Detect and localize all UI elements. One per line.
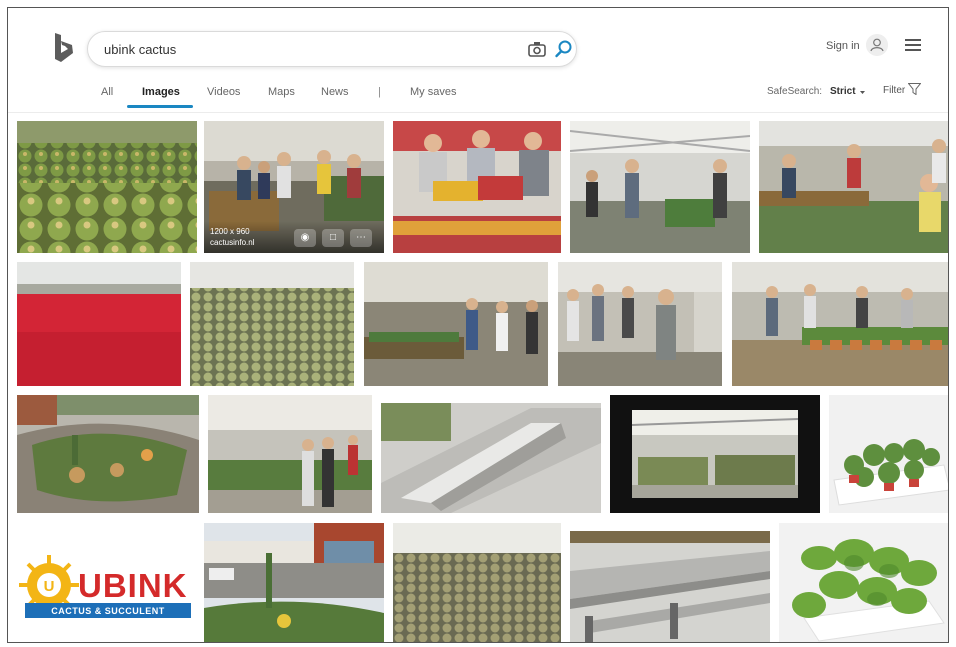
tab-maps[interactable]: Maps	[268, 86, 295, 98]
ubink-brand-text: UBINK	[78, 567, 188, 604]
camera-icon[interactable]	[528, 41, 546, 57]
chevron-down-icon[interactable]	[860, 91, 865, 94]
tab-all[interactable]: All	[101, 86, 113, 98]
tab-separator: |	[378, 86, 381, 98]
browser-frame: Sign in All Images Videos Maps News | My…	[7, 7, 949, 643]
active-tab-indicator	[127, 105, 193, 108]
image-result-cactus-garden[interactable]	[17, 395, 199, 513]
image-result-nursery-building[interactable]	[204, 523, 384, 642]
image-result-men-holding-cactus-trays[interactable]	[393, 121, 561, 253]
safesearch-label: SafeSearch:	[767, 86, 823, 97]
image-result-cactus-market-crowd[interactable]: 1200 x 960 cactusinfo.nl ◉ □ ⋯	[204, 121, 384, 253]
visual-search-icon[interactable]: ◉	[294, 229, 316, 247]
image-source-domain[interactable]: cactusinfo.nl	[210, 238, 254, 247]
tab-news[interactable]: News	[321, 86, 349, 98]
bing-logo-icon[interactable]	[52, 31, 76, 65]
image-result-cactus-tables-people[interactable]	[759, 121, 948, 253]
filter-button[interactable]: Filter	[883, 85, 905, 96]
ubink-tagline-text: CACTUS & SUCCULENT	[51, 606, 165, 616]
image-result-barrel-cactus-field[interactable]	[17, 121, 197, 253]
search-input[interactable]	[104, 32, 504, 66]
image-result-metal-gutter[interactable]	[381, 403, 601, 513]
image-result-cactus-tray-white[interactable]	[829, 395, 948, 513]
save-image-icon[interactable]: □	[322, 229, 344, 247]
more-options-icon[interactable]: ⋯	[350, 229, 372, 247]
image-result-tour-group[interactable]	[558, 262, 722, 386]
filter-funnel-icon[interactable]	[908, 83, 921, 95]
image-result-greenhouse-visitors[interactable]	[570, 121, 750, 253]
image-result-greenhouse-shop[interactable]	[364, 262, 548, 386]
image-result-greenhouse-dark-frame[interactable]	[610, 395, 820, 513]
image-result-red-cactus-field[interactable]	[17, 262, 181, 386]
image-dimensions: 1200 x 960	[210, 227, 250, 236]
sign-in-link[interactable]: Sign in	[826, 40, 860, 52]
image-result-ubink-logo[interactable]: U UBINK CACTUS & SUCCULENT	[17, 523, 197, 642]
hamburger-menu-icon[interactable]	[905, 39, 921, 51]
image-result-grass-cactus-pots[interactable]	[779, 523, 948, 642]
search-box[interactable]	[87, 31, 577, 67]
tab-my-saves[interactable]: My saves	[410, 86, 456, 98]
safesearch-dropdown[interactable]: Strict	[830, 86, 856, 97]
tab-images[interactable]: Images	[142, 86, 180, 98]
image-result-greenhouse-cactus-rows[interactable]	[190, 262, 354, 386]
user-avatar-icon[interactable]	[866, 34, 888, 56]
tab-videos[interactable]: Videos	[207, 86, 240, 98]
image-result-potted-cactus-benches[interactable]	[732, 262, 948, 386]
search-icon[interactable]	[554, 39, 574, 59]
image-result-steel-benches[interactable]	[570, 531, 770, 642]
image-result-cactus-collection[interactable]	[393, 523, 561, 642]
image-result-greenhouse-couple[interactable]	[208, 395, 372, 513]
header-divider	[8, 112, 948, 113]
